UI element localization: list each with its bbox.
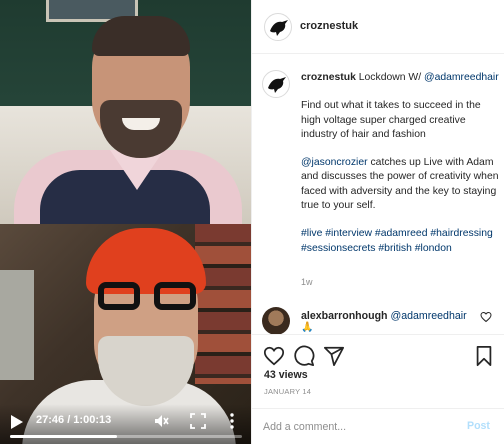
caption-time-ago: 1w <box>301 277 313 287</box>
post-date: JANUARY 14 <box>264 387 312 396</box>
caption-avatar[interactable] <box>262 70 290 98</box>
header-avatar[interactable] <box>264 13 292 41</box>
header-username[interactable]: croznestuk <box>300 20 358 32</box>
caption-username[interactable]: croznestuk <box>301 72 356 83</box>
video-progress-fill <box>10 435 117 438</box>
person-top-vest <box>40 170 210 224</box>
window-background <box>0 270 34 380</box>
comment-row: alexbarronhough @adamreedhair 🙏 <box>262 303 502 335</box>
comment-bubble-icon[interactable] <box>293 345 315 367</box>
comment-like-heart-icon[interactable] <box>480 311 492 323</box>
mute-icon[interactable] <box>153 413 169 429</box>
video-controls-bar: 27:46 / 1:00:13 <box>0 404 251 444</box>
video-feed-top <box>0 0 251 224</box>
video-time: 27:46 / 1:00:13 <box>36 414 112 426</box>
play-icon[interactable] <box>10 414 24 430</box>
comment-username[interactable]: alexbarronhough <box>301 310 388 322</box>
post-header: croznestuk <box>252 0 504 54</box>
caption-intro: Lockdown W/ <box>355 72 425 83</box>
crow-logo-icon <box>270 20 288 36</box>
person-top-smile <box>122 118 160 130</box>
crow-logo-icon <box>268 77 286 93</box>
paper-plane-icon[interactable] <box>323 345 345 367</box>
person-bottom-glasses <box>98 282 196 312</box>
comment-mention[interactable]: @adamreedhair <box>390 310 466 322</box>
person-top-hair <box>92 16 190 56</box>
caption-paragraph-2: @jasoncrozier catches up Live with Adam … <box>301 156 501 213</box>
more-vertical-icon[interactable] <box>228 412 236 430</box>
caption-mention-adamreedhair[interactable]: @adamreedhair <box>424 72 499 83</box>
caption-hashtags[interactable]: #live #interview #adamreed #hairdressing… <box>301 227 501 256</box>
action-bar: 43 views JANUARY 14 <box>251 334 504 412</box>
comment-input[interactable] <box>263 417 453 437</box>
post-button[interactable]: Post <box>467 420 490 432</box>
comment-emoji: 🙏 <box>301 322 314 333</box>
fullscreen-icon[interactable] <box>190 413 206 429</box>
post-caption: croznestuk Lockdown W/ @adamreedhair Fin… <box>301 71 501 256</box>
commenter-avatar[interactable] <box>262 307 290 335</box>
video-progress-bar[interactable] <box>10 435 242 438</box>
bookshelf-background <box>195 224 251 384</box>
heart-icon[interactable] <box>263 345 285 367</box>
comment-text: alexbarronhough @adamreedhair <box>301 309 467 323</box>
caption-paragraph-1: Find out what it takes to succeed in the… <box>301 100 481 140</box>
live-video-player[interactable]: 27:46 / 1:00:13 <box>0 0 251 444</box>
add-comment-bar: Post <box>251 408 504 444</box>
bookmark-icon[interactable] <box>473 345 495 367</box>
view-count[interactable]: 43 views <box>264 369 308 381</box>
caption-mention-jasoncrozier[interactable]: @jasoncrozier <box>301 157 368 168</box>
